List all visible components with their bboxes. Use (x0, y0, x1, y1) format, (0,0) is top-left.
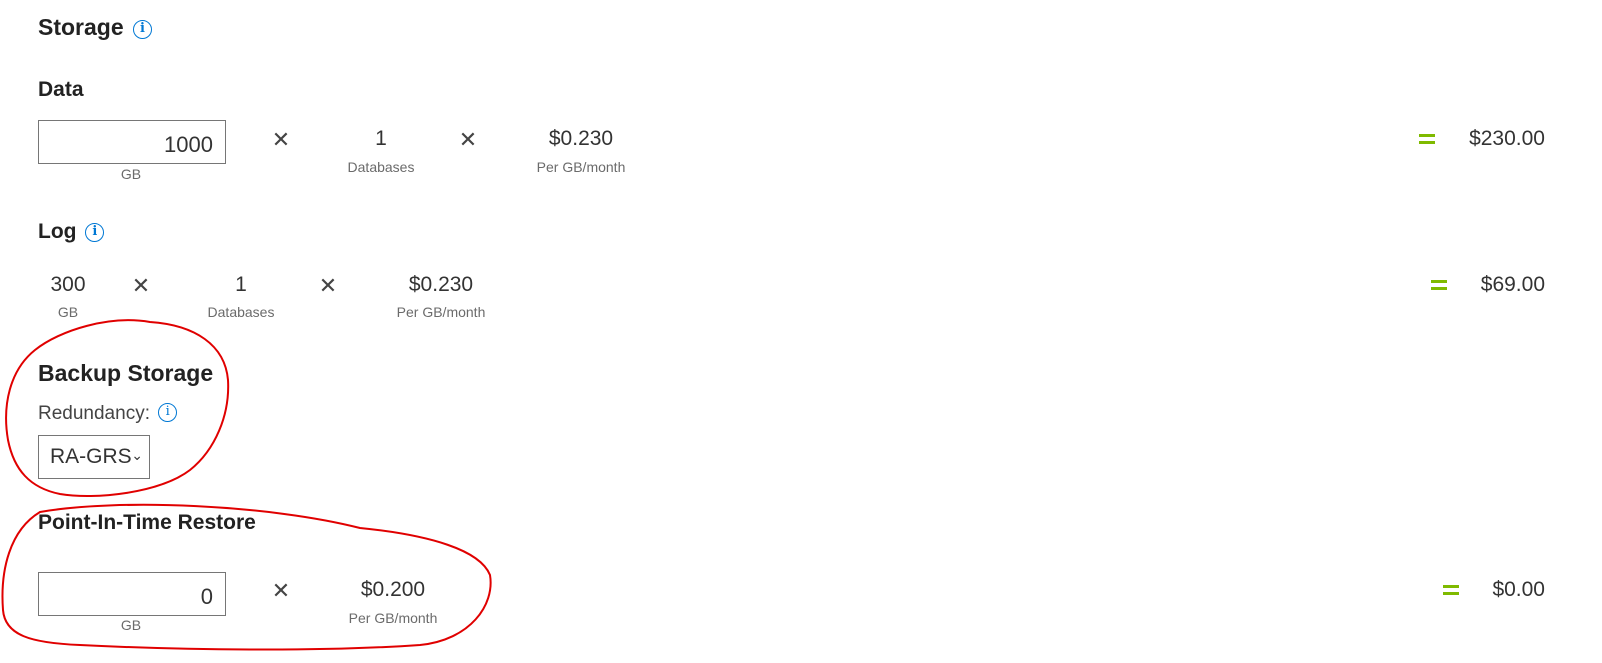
pitr-price-unit: Per GB/month (348, 610, 438, 626)
pitr-size-unit: GB (120, 617, 142, 633)
data-databases-value: 1 (375, 127, 387, 150)
pitr-multiply-icon: ✕ (271, 578, 291, 603)
log-price-unit: Per GB/month (396, 304, 486, 320)
storage-title: Storage (38, 14, 124, 40)
data-title: Data (38, 78, 84, 101)
data-multiply-icon-2: ✕ (458, 127, 478, 152)
data-total: $230.00 (1469, 127, 1545, 150)
redundancy-label: Redundancy: (38, 403, 150, 424)
storage-pricing-panel: Storage i Data GB ✕ 1 Databases ✕ $0.230… (0, 0, 1602, 663)
data-size-input[interactable] (38, 120, 226, 164)
log-equals-icon (1431, 279, 1447, 291)
redundancy-select[interactable]: RA-GRS ⌄ (38, 435, 150, 479)
annotation-layer (1, 319, 492, 651)
log-multiply-icon-2: ✕ (318, 273, 338, 298)
pitr-size-input[interactable] (38, 572, 226, 616)
log-heading: Log i (38, 220, 105, 244)
redundancy-info-icon[interactable]: i (158, 403, 178, 422)
log-total: $69.00 (1480, 273, 1545, 296)
data-databases-label: Databases (347, 159, 415, 175)
pitr-title: Point-In-Time Restore (38, 511, 256, 534)
data-price-unit: Per GB/month (536, 159, 626, 175)
data-price: $0.230 (548, 127, 614, 150)
storage-info-icon[interactable]: i (133, 20, 153, 39)
pitr-total: $0.00 (1492, 578, 1545, 601)
backup-title: Backup Storage (38, 360, 214, 386)
data-size-unit: GB (120, 166, 142, 182)
pitr-equals-icon (1443, 584, 1459, 596)
redundancy-label-row: Redundancy: i (38, 403, 178, 425)
log-databases-value: 1 (235, 273, 247, 296)
data-multiply-icon: ✕ (271, 127, 291, 152)
log-size-unit: GB (57, 304, 79, 320)
storage-heading: Storage i (38, 14, 153, 41)
log-multiply-icon: ✕ (131, 273, 151, 298)
log-size-value: 300 (50, 273, 86, 296)
redundancy-selected-value: RA-GRS (50, 445, 132, 468)
log-databases-label: Databases (207, 304, 275, 320)
data-equals-icon (1419, 133, 1435, 145)
chevron-down-icon: ⌄ (131, 447, 143, 463)
pitr-price: $0.200 (360, 578, 426, 601)
log-price: $0.230 (408, 273, 474, 296)
log-title: Log (38, 220, 77, 243)
log-info-icon[interactable]: i (85, 223, 105, 242)
